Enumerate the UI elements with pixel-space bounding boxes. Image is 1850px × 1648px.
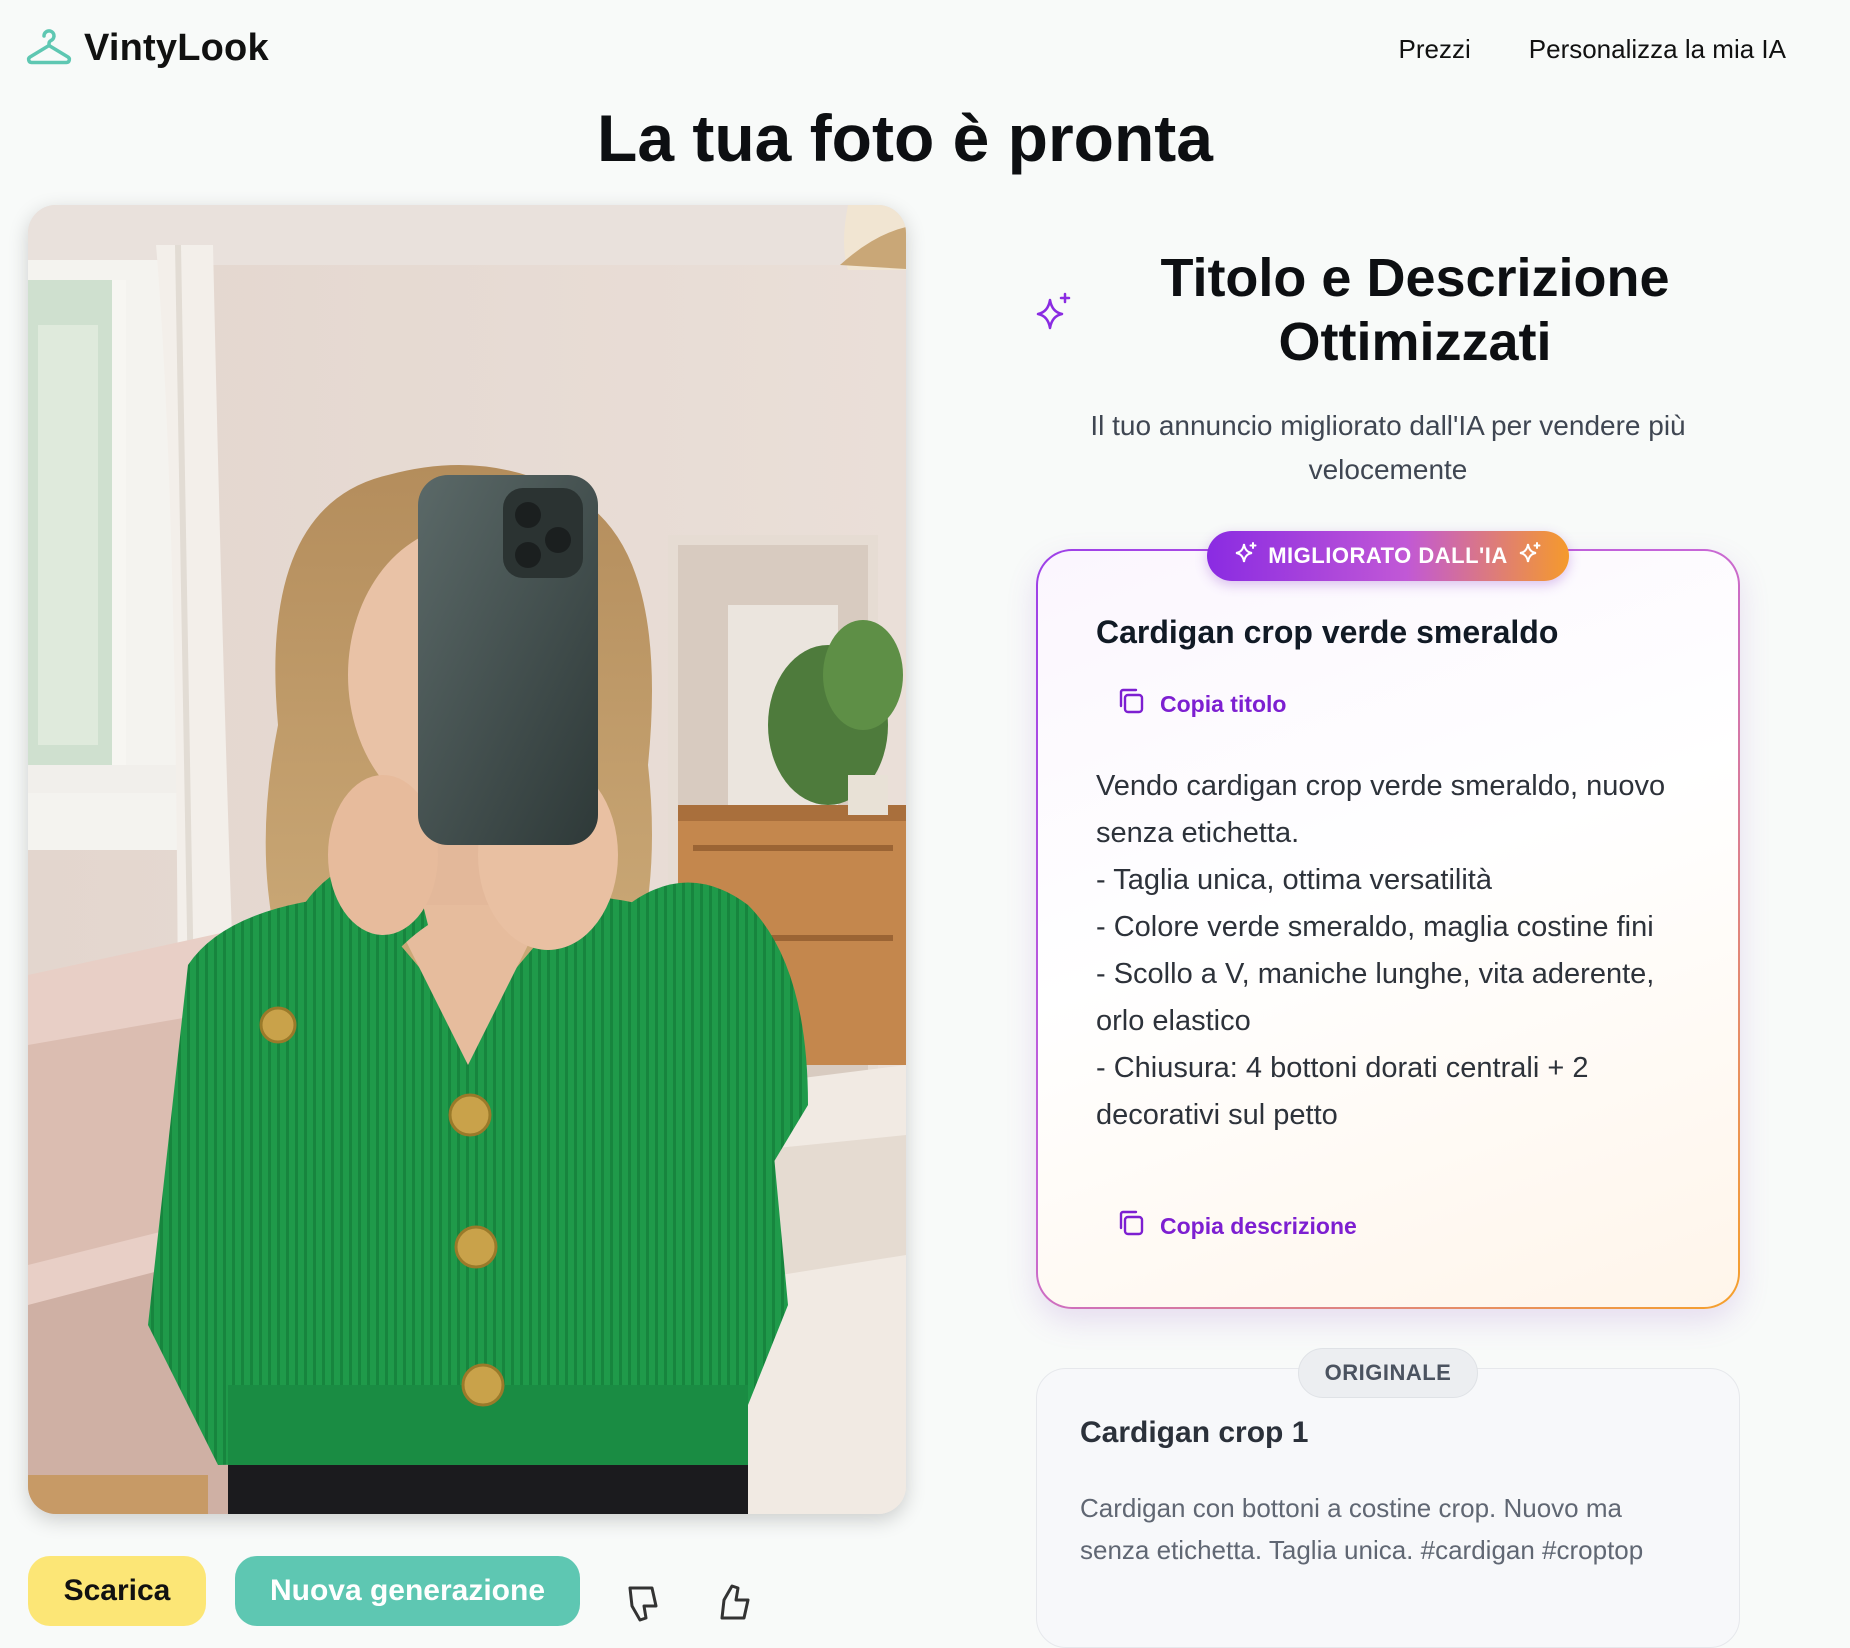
- thumbs-down-icon[interactable]: [620, 1580, 666, 1626]
- brand-logo[interactable]: VintyLook: [26, 26, 269, 71]
- copy-description-button[interactable]: Copia descrizione: [1116, 1208, 1357, 1244]
- original-badge: ORIGINALE: [1298, 1348, 1478, 1398]
- ai-listing-description: Vendo cardigan crop verde smeraldo, nuov…: [1096, 770, 1666, 1131]
- new-generation-button[interactable]: Nuova generazione: [235, 1556, 580, 1626]
- top-header: VintyLook Prezzi Personalizza la mia IA: [0, 0, 1850, 100]
- section-subtitle: Il tuo annuncio migliorato dall'IA per v…: [1090, 410, 1686, 485]
- sparkle-icon: [1518, 541, 1542, 571]
- ai-improved-badge: MIGLIORATO DALL'IA: [1207, 531, 1569, 581]
- copy-title-button[interactable]: Copia titolo: [1116, 686, 1286, 722]
- ai-listing-title: Cardigan crop verde smeraldo: [1096, 614, 1559, 650]
- brand-name: VintyLook: [84, 27, 269, 69]
- section-title: Titolo e Descrizione Ottimizzati: [1160, 248, 1670, 372]
- sparkle-icon: [1034, 292, 1074, 337]
- generated-photo: [28, 205, 906, 1514]
- nav-link-customize-ai[interactable]: Personalizza la mia IA: [1529, 34, 1786, 65]
- hanger-icon: [26, 26, 72, 71]
- page-title: La tua foto è pronta: [597, 101, 1213, 175]
- copy-icon: [1116, 1208, 1146, 1244]
- original-listing-title: Cardigan crop 1: [1080, 1416, 1309, 1449]
- thumbs-up-icon[interactable]: [712, 1580, 758, 1626]
- copy-title-label: Copia titolo: [1160, 690, 1287, 717]
- download-button[interactable]: Scarica: [28, 1556, 206, 1626]
- ai-badge-label: MIGLIORATO DALL'IA: [1268, 543, 1508, 568]
- main-nav: Prezzi Personalizza la mia IA: [1399, 34, 1786, 65]
- sparkle-icon: [1234, 541, 1258, 571]
- original-listing-description: Cardigan con bottoni a costine crop. Nuo…: [1080, 1493, 1644, 1565]
- copy-description-label: Copia descrizione: [1160, 1212, 1357, 1239]
- nav-link-pricing[interactable]: Prezzi: [1399, 34, 1471, 65]
- copy-icon: [1116, 686, 1146, 722]
